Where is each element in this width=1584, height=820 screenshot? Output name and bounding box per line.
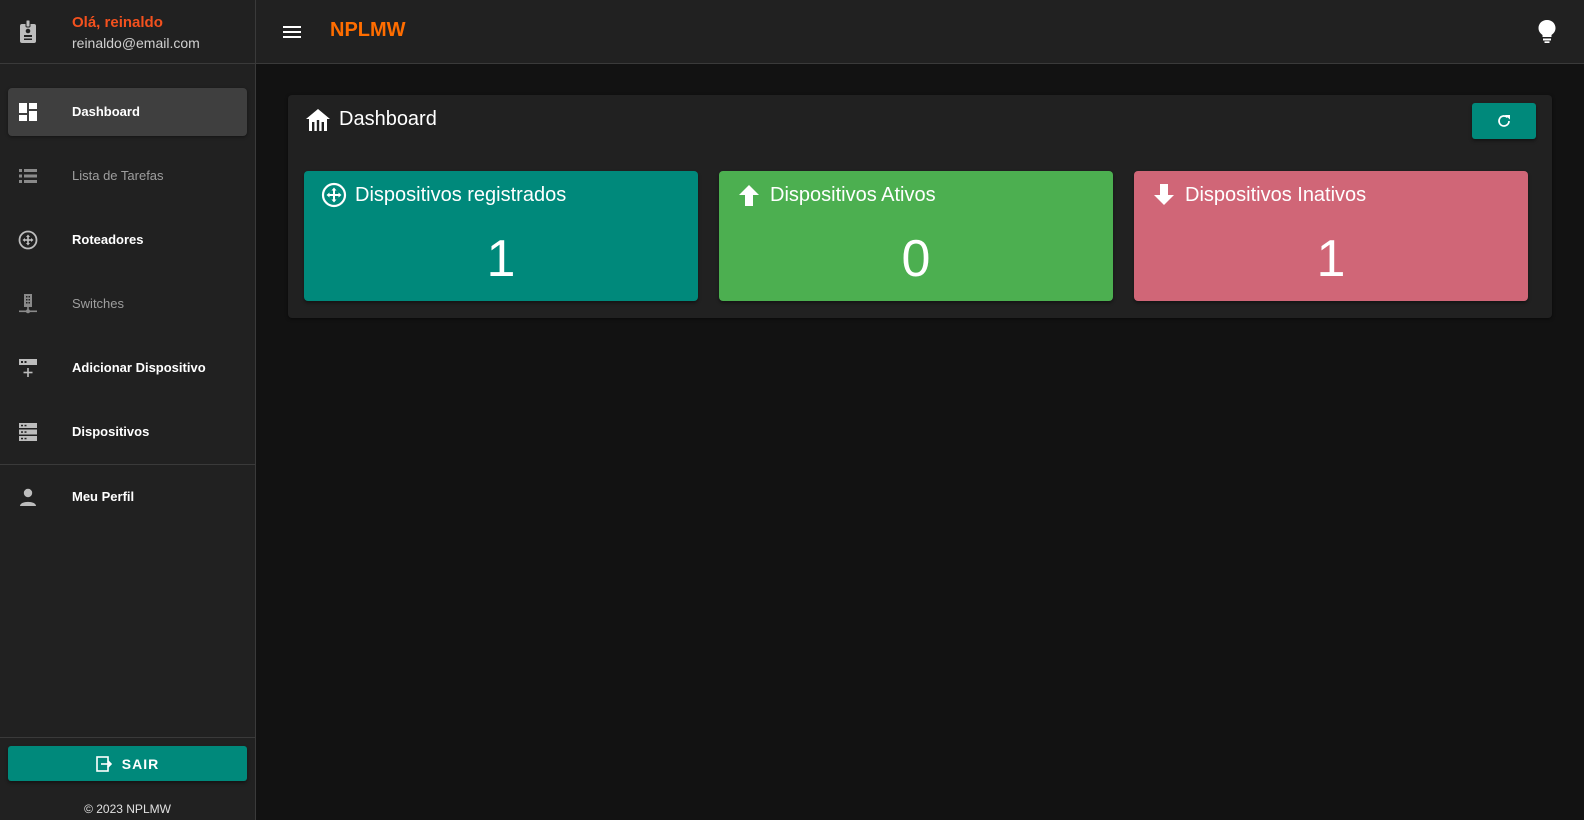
- router-icon: [321, 182, 347, 208]
- add-device-icon: [19, 359, 37, 377]
- refresh-icon: [1498, 115, 1510, 127]
- stat-value: 0: [901, 230, 931, 288]
- sidebar: Olá, reinaldo reinaldo@email.com Dashboa…: [0, 0, 256, 820]
- sidebar-item-label: Adicionar Dispositivo: [72, 360, 206, 375]
- lightbulb-icon[interactable]: [1536, 19, 1558, 43]
- dashboard-icon: [19, 103, 37, 121]
- footer-copyright: © 2023 NPLMW: [84, 802, 171, 816]
- stat-value: 1: [486, 230, 516, 288]
- app-title: NPLMW: [330, 19, 406, 41]
- stat-card-registered: Dispositivos registrados 1: [304, 171, 698, 301]
- sidebar-item-switches[interactable]: Switches: [8, 280, 247, 328]
- stat-card-active: Dispositivos Ativos 0: [719, 171, 1113, 301]
- user-info: Olá, reinaldo reinaldo@email.com: [0, 0, 255, 64]
- person-icon: [20, 488, 36, 506]
- page-title: Dashboard: [339, 108, 437, 130]
- sidebar-item-lista-de-tarefas[interactable]: Lista de Tarefas: [8, 152, 247, 200]
- logout-button[interactable]: SAIR: [8, 746, 247, 781]
- refresh-button[interactable]: [1472, 103, 1536, 139]
- sidebar-divider: [0, 464, 255, 465]
- user-greeting: Olá, reinaldo: [72, 14, 163, 31]
- sidebar-item-label: Switches: [72, 296, 125, 311]
- devices-icon: [19, 423, 37, 441]
- sidebar-item-label: Meu Perfil: [72, 489, 135, 504]
- list-icon: [19, 169, 37, 183]
- sidebar-item-dispositivos[interactable]: Dispositivos: [8, 408, 247, 456]
- stat-value: 1: [1316, 230, 1346, 288]
- stat-title: Dispositivos Inativos: [1185, 184, 1367, 206]
- badge-icon: [20, 20, 36, 43]
- stat-title: Dispositivos registrados: [355, 184, 567, 206]
- logout-icon: [95, 755, 112, 772]
- sidebar-item-dashboard[interactable]: Dashboard: [8, 88, 247, 136]
- sidebar-item-meu-perfil[interactable]: Meu Perfil: [8, 473, 247, 521]
- switch-icon: [19, 294, 37, 314]
- dashboard-card: Dashboard Dispositivos registrados 1 Dis…: [288, 95, 1552, 318]
- arrow-up-icon: [739, 185, 759, 206]
- arrow-down-icon: [1154, 184, 1174, 205]
- sidebar-item-adicionar-dispositivo[interactable]: Adicionar Dispositivo: [8, 344, 247, 392]
- hamburger-menu-icon[interactable]: [280, 20, 304, 44]
- sidebar-item-label: Dispositivos: [72, 424, 150, 439]
- sidebar-item-label: Dashboard: [72, 104, 140, 119]
- stat-card-inactive: Dispositivos Inativos 1: [1134, 171, 1528, 301]
- router-icon: [18, 230, 38, 250]
- sidebar-item-label: Lista de Tarefas: [72, 168, 164, 183]
- sidebar-bottom-divider: [0, 737, 255, 738]
- user-email: reinaldo@email.com: [72, 35, 200, 51]
- home-icon: [306, 109, 330, 131]
- sidebar-item-label: Roteadores: [72, 232, 144, 247]
- stat-title: Dispositivos Ativos: [770, 184, 936, 206]
- sidebar-item-roteadores[interactable]: Roteadores: [8, 216, 247, 264]
- app-bar: NPLMW: [256, 0, 1584, 64]
- logout-label: SAIR: [121, 755, 160, 772]
